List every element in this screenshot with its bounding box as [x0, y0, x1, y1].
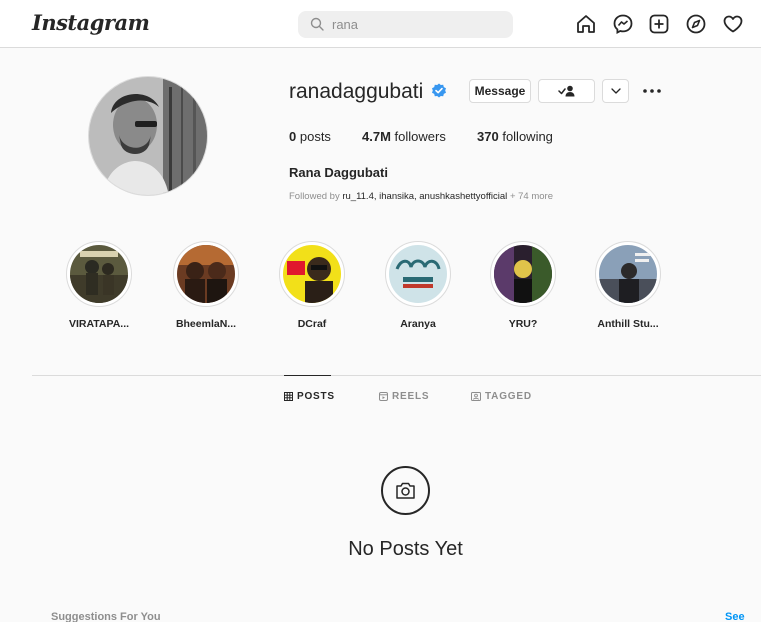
highlight-label: Anthill Stu...	[597, 318, 659, 330]
followed-by-more: + 74 more	[509, 191, 553, 202]
followers-number: 4.7M	[362, 129, 391, 144]
highlight-item[interactable]: DCraf	[272, 241, 352, 330]
explore-icon[interactable]	[685, 13, 707, 35]
search-input[interactable]	[332, 15, 502, 34]
highlight-ring	[595, 241, 661, 307]
suggestions-heading: Suggestions For You	[51, 611, 161, 622]
activity-heart-icon[interactable]	[722, 13, 744, 35]
person-check-icon	[557, 85, 574, 97]
tagged-icon	[471, 392, 481, 401]
highlight-item[interactable]: VIRATAPA...	[59, 241, 139, 330]
highlight-ring	[66, 241, 132, 307]
highlight-item[interactable]: YRU?	[483, 241, 563, 330]
camera-icon	[396, 482, 415, 499]
followers-link[interactable]: 4.7M followers	[362, 129, 446, 144]
new-post-icon[interactable]	[648, 13, 670, 35]
search-icon	[310, 17, 324, 31]
tab-posts-label: POSTS	[297, 391, 335, 402]
tab-tagged[interactable]: TAGGED	[471, 391, 532, 402]
posts-count: 0 posts	[289, 129, 331, 144]
highlight-ring	[279, 241, 345, 307]
home-icon[interactable]	[575, 13, 597, 35]
tab-reels-label: REELS	[392, 391, 430, 402]
highlight-label: BheemlaN...	[175, 318, 237, 330]
following-button[interactable]	[538, 79, 595, 103]
see-all-link[interactable]: See All	[725, 611, 761, 622]
search-box[interactable]	[298, 11, 513, 38]
highlight-label: Aranya	[400, 318, 436, 330]
highlight-cover	[494, 245, 552, 303]
message-button[interactable]: Message	[469, 79, 531, 103]
chevron-down-icon	[610, 88, 621, 94]
highlight-ring	[385, 241, 451, 307]
active-tab-indicator	[284, 375, 331, 376]
highlight-ring	[173, 241, 239, 307]
highlight-cover	[177, 245, 235, 303]
highlight-item[interactable]: BheemlaN...	[166, 241, 246, 330]
avatar-image	[89, 77, 207, 195]
messenger-icon[interactable]	[612, 13, 634, 35]
highlight-label: YRU?	[508, 318, 538, 330]
highlight-cover	[599, 245, 657, 303]
highlight-label: DCraf	[297, 318, 327, 330]
empty-state-camera	[381, 466, 430, 515]
grid-icon	[284, 392, 293, 401]
followed-by-link[interactable]: Followed by ru_11.4, ihansika, anushkash…	[289, 191, 553, 202]
following-link[interactable]: 370 following	[477, 129, 553, 144]
profile-full-name: Rana Daggubati	[289, 165, 388, 180]
highlight-label: VIRATAPA...	[68, 318, 130, 330]
following-label: following	[502, 129, 553, 144]
tab-tagged-label: TAGGED	[485, 391, 532, 402]
posts-number: 0	[289, 129, 297, 144]
profile-username: ranadaggubati	[289, 80, 424, 103]
highlight-cover	[283, 245, 341, 303]
highlight-ring	[490, 241, 556, 307]
highlight-cover	[70, 245, 128, 303]
tabs-divider	[32, 375, 761, 376]
highlight-item[interactable]: Aranya	[378, 241, 458, 330]
verified-badge-icon	[432, 83, 446, 98]
suggested-dropdown-button[interactable]	[602, 79, 629, 103]
empty-state-text: No Posts Yet	[348, 538, 463, 560]
top-navbar: Instagram	[0, 0, 761, 48]
profile-avatar[interactable]	[88, 76, 208, 196]
following-number: 370	[477, 129, 499, 144]
instagram-logo[interactable]: Instagram	[32, 10, 150, 35]
more-options-icon[interactable]	[642, 84, 662, 98]
tab-posts[interactable]: POSTS	[284, 391, 335, 402]
reels-icon	[379, 392, 388, 401]
followed-by-names: ru_11.4, ihansika, anushkashettyofficial	[342, 191, 508, 202]
followed-by-prefix: Followed by	[289, 191, 340, 202]
posts-label: posts	[299, 129, 331, 144]
highlight-item[interactable]: Anthill Stu...	[588, 241, 668, 330]
tab-reels[interactable]: REELS	[379, 391, 429, 402]
highlight-cover	[389, 245, 447, 303]
followers-label: followers	[394, 129, 446, 144]
